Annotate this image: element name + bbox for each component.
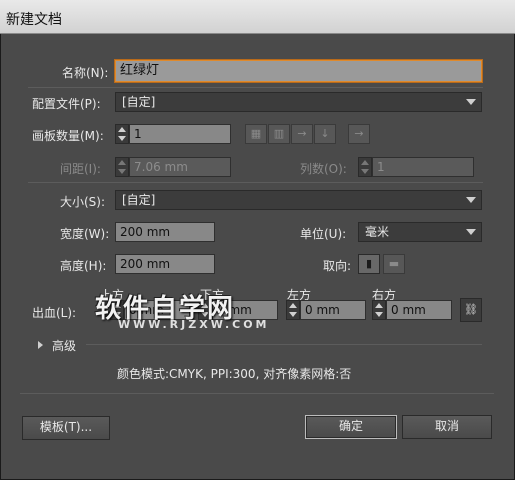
units-select[interactable]: 毫米 [358,222,482,242]
spacing-spinner [115,157,129,177]
profile-select[interactable]: [自定] [115,92,482,112]
profile-label: 配置文件(P): [32,97,101,111]
bleed-left-input[interactable]: 0 mm [300,300,366,320]
cancel-button[interactable]: 取消 [402,415,492,439]
grid-by-column-icon[interactable]: ▥ [268,124,290,144]
name-label: 名称(N): [62,66,109,80]
orientation-label: 取向: [323,259,352,273]
spin-up-icon [118,160,126,165]
bleed-right-input[interactable]: 0 mm [386,300,452,320]
landscape-orientation-icon[interactable]: ▬ [383,254,405,274]
spin-down-icon[interactable] [118,136,126,141]
name-input[interactable]: 红绿灯 [114,59,483,83]
bleed-left-spinner[interactable] [286,300,300,320]
watermark-url: WWW.RJZXW.COM [118,318,270,331]
spin-up-icon [361,160,369,165]
advanced-label[interactable]: 高级 [52,337,76,354]
spin-up-icon[interactable] [289,303,297,308]
title-bar[interactable] [0,0,515,34]
columns-label: 列数(O): [300,162,347,176]
units-value: 毫米 [365,225,390,239]
size-separator [28,182,483,183]
spin-up-icon[interactable] [118,127,126,132]
spin-down-icon [118,169,126,174]
height-input[interactable]: 200 mm [115,254,215,274]
chevron-down-icon [466,99,476,105]
templates-button[interactable]: 模板(T)... [22,416,110,440]
profile-value: [自定] [122,95,156,109]
document-info-text: 颜色模式:CMYK, PPI:300, 对齐像素网格:否 [117,367,352,381]
chevron-down-icon [466,229,476,235]
spacing-input: 7.06 mm [129,157,231,177]
units-label: 单位(U): [300,227,347,241]
size-select[interactable]: [自定] [115,190,482,210]
spin-down-icon[interactable] [289,312,297,317]
size-label: 大小(S): [60,195,106,209]
footer-separator [20,393,494,394]
bleed-label: 出血(L): [32,306,77,320]
ok-button[interactable]: 确定 [305,415,397,439]
width-input[interactable]: 200 mm [115,222,215,242]
advanced-separator [86,344,482,345]
link-icon[interactable]: ⛓ [460,298,482,322]
spin-up-icon[interactable] [375,303,383,308]
size-value: [自定] [122,193,156,207]
width-label: 宽度(W): [60,227,110,241]
arrange-by-column-icon[interactable]: ↓ [314,124,336,144]
artboard-count-input[interactable]: 1 [129,124,231,144]
arrange-by-row-icon[interactable]: → [291,124,313,144]
chevron-down-icon [466,197,476,203]
artboard-count-label: 画板数量(M): [32,129,104,143]
window-title: 新建文档 [6,12,62,28]
spin-down-icon[interactable] [375,312,383,317]
height-label: 高度(H): [60,259,107,273]
spin-down-icon [361,169,369,174]
spacing-label: 间距(I): [60,162,101,176]
profile-separator [28,87,483,88]
expand-triangle-icon[interactable] [38,341,43,349]
artboard-count-spinner[interactable] [115,124,129,144]
portrait-orientation-icon[interactable]: ▮ [358,254,380,274]
grid-by-row-icon[interactable]: ▦ [245,124,267,144]
bleed-right-spinner[interactable] [372,300,386,320]
right-to-left-icon[interactable]: → [348,124,370,144]
columns-spinner [358,157,372,177]
columns-input: 1 [372,157,474,177]
